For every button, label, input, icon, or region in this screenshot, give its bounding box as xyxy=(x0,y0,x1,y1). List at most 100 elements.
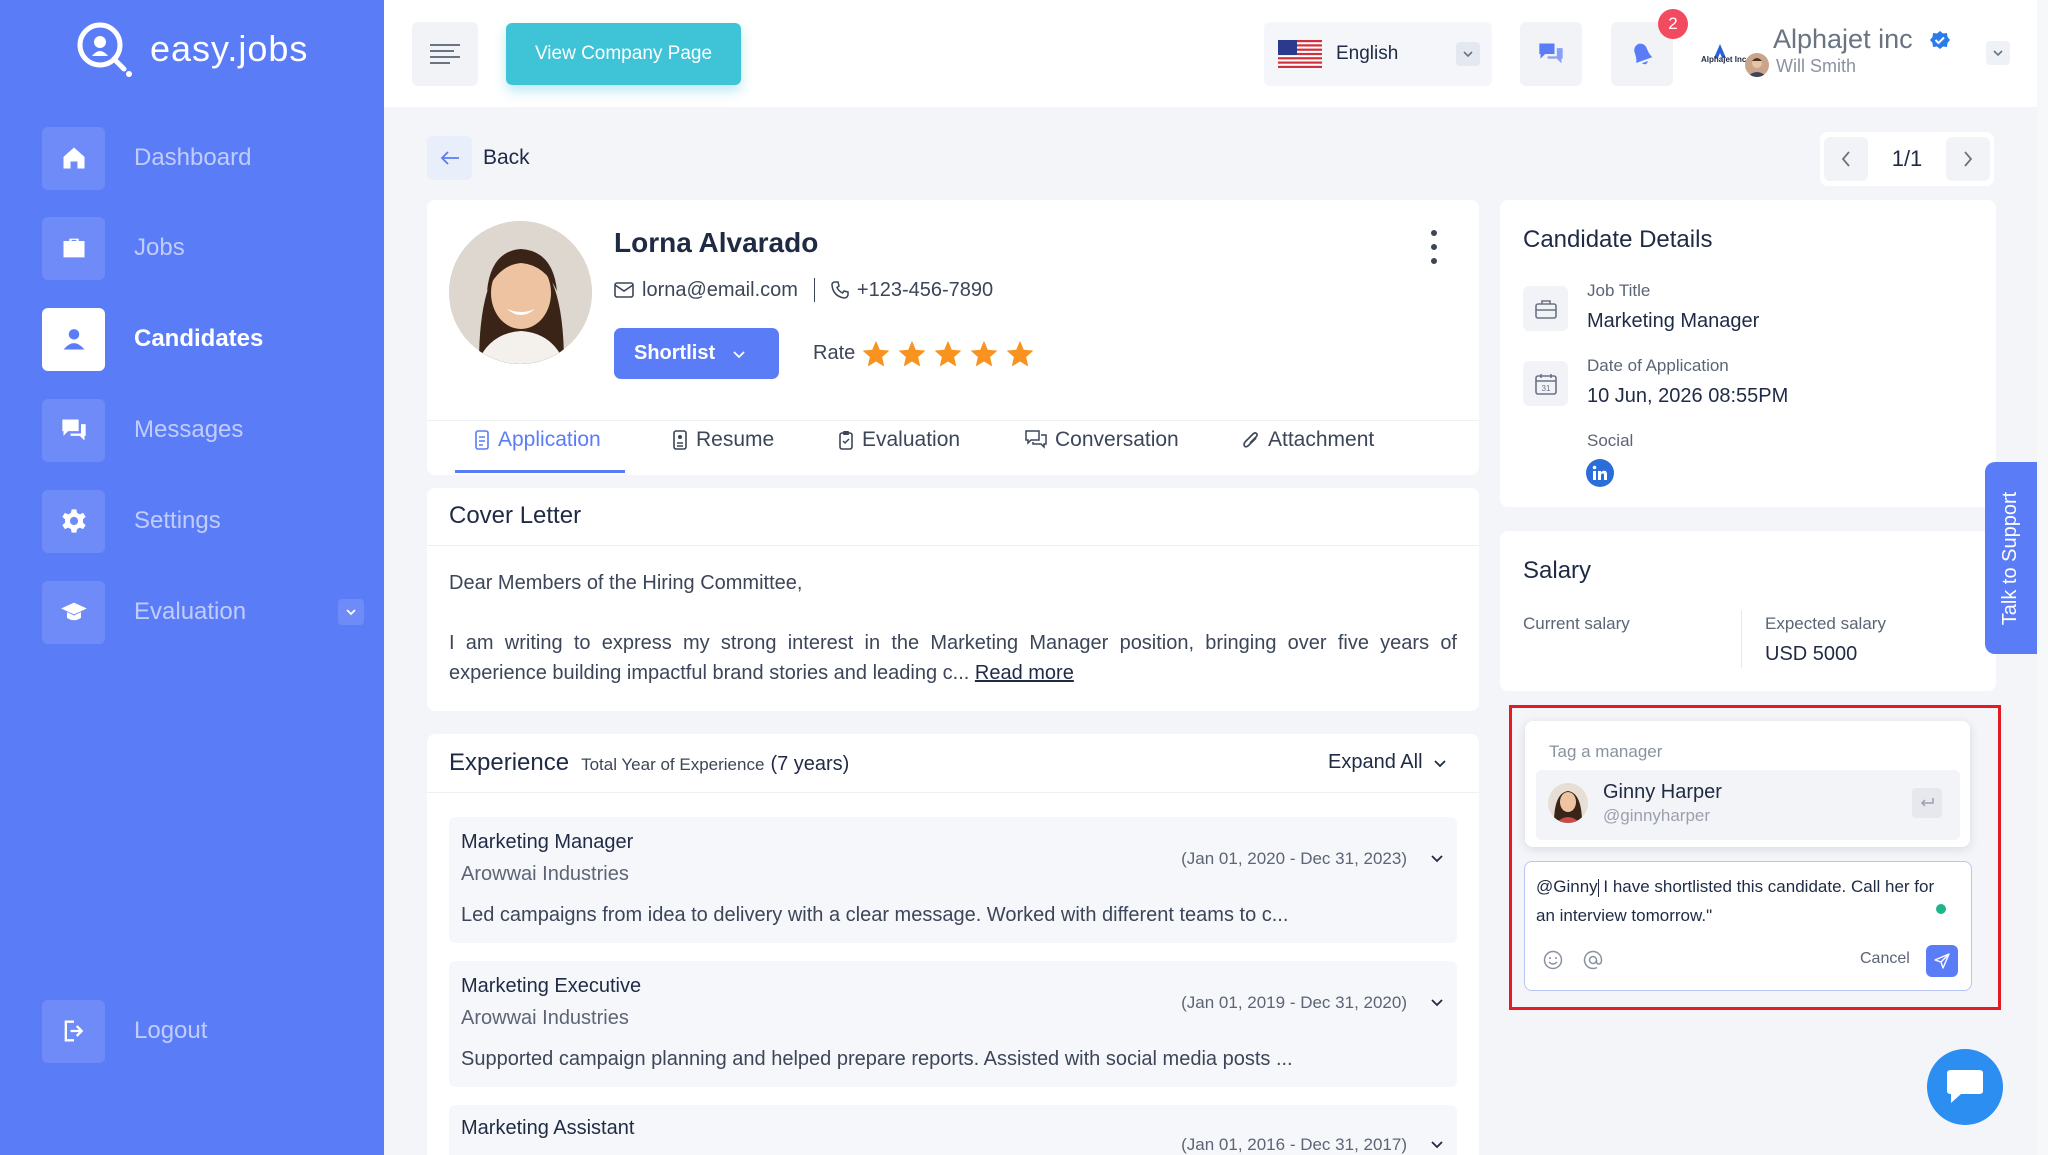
chevron-right-icon xyxy=(1964,151,1973,167)
job-title-value: Marketing Manager xyxy=(1587,310,1760,332)
next-button[interactable] xyxy=(1946,137,1990,181)
expand-all-button[interactable]: Expand All xyxy=(1328,751,1447,774)
divider xyxy=(427,545,1479,546)
bell-icon xyxy=(1634,43,1653,65)
sidebar-item-label: Dashboard xyxy=(134,144,252,171)
sidebar-item-candidates[interactable]: Candidates xyxy=(42,307,362,371)
brand-name: easy.jobs xyxy=(150,28,309,69)
chevron-down-icon[interactable] xyxy=(338,599,364,625)
candidate-phone[interactable]: +123-456-7890 xyxy=(857,279,993,302)
salary-title: Salary xyxy=(1523,557,1592,584)
back-label[interactable]: Back xyxy=(483,146,530,170)
star-icon[interactable] xyxy=(933,339,963,369)
cover-letter-title: Cover Letter xyxy=(449,502,582,529)
chevron-down-icon xyxy=(733,350,745,358)
cover-letter-text: I am writing to express my strong intere… xyxy=(449,632,1457,684)
star-icon[interactable] xyxy=(897,339,927,369)
expected-salary-label: Expected salary xyxy=(1765,614,1886,633)
mention-icon[interactable] xyxy=(1583,950,1603,970)
account-menu-chevron[interactable] xyxy=(1986,41,2010,65)
messages-button[interactable] xyxy=(1520,22,1582,86)
chat-launcher-button[interactable] xyxy=(1927,1049,2003,1125)
tab-evaluation[interactable]: Evaluation xyxy=(838,428,960,452)
sidebar-item-label: Evaluation xyxy=(134,598,247,625)
experience-role: Marketing Manager xyxy=(461,831,634,853)
paperclip-icon xyxy=(1243,432,1258,448)
candidate-details-title: Candidate Details xyxy=(1523,226,1713,253)
experience-item[interactable]: Marketing Manager Arowwai Industries (Ja… xyxy=(449,817,1457,943)
sidebar-item-evaluation[interactable]: Evaluation xyxy=(42,580,364,644)
rating-stars[interactable] xyxy=(861,339,1035,369)
sidebar-item-dashboard[interactable]: Dashboard xyxy=(42,126,362,190)
experience-item[interactable]: Marketing Assistant (Jan 01, 2016 - Dec … xyxy=(449,1105,1457,1155)
emoji-icon[interactable] xyxy=(1543,950,1563,970)
chevron-down-icon[interactable] xyxy=(1429,851,1445,867)
tab-attachment[interactable]: Attachment xyxy=(1242,428,1374,452)
back-button[interactable] xyxy=(427,136,472,180)
user-icon xyxy=(42,307,105,371)
experience-role: Marketing Executive xyxy=(461,975,642,997)
rate-label: Rate xyxy=(813,342,856,364)
view-company-page-button[interactable]: View Company Page xyxy=(506,23,741,85)
chat-icon xyxy=(1539,43,1563,64)
tab-conversation[interactable]: Conversation xyxy=(1025,428,1179,452)
cancel-button[interactable]: Cancel xyxy=(1860,950,1910,968)
tab-application[interactable]: Application xyxy=(474,428,601,452)
chat-bubble-icon xyxy=(1947,1070,1983,1103)
previous-button[interactable] xyxy=(1824,137,1868,181)
send-button[interactable] xyxy=(1926,945,1958,977)
linkedin-icon[interactable] xyxy=(1586,459,1614,487)
sidebar-item-label: Settings xyxy=(134,507,221,534)
sidebar-item-messages[interactable]: Messages xyxy=(42,398,362,462)
chevron-down-icon[interactable] xyxy=(1429,995,1445,1011)
graduation-cap-icon xyxy=(42,580,105,644)
manager-suggestion[interactable] xyxy=(1536,770,1960,840)
sidebar-item-settings[interactable]: Settings xyxy=(42,489,362,553)
tab-label: Application xyxy=(498,428,601,451)
read-more-link[interactable]: Read more xyxy=(975,662,1074,684)
scrollbar[interactable] xyxy=(2037,0,2048,1155)
tab-label: Conversation xyxy=(1055,428,1179,451)
more-options-button[interactable] xyxy=(1424,230,1444,264)
tab-resume[interactable]: Resume xyxy=(672,428,774,452)
notification-badge: 2 xyxy=(1658,9,1688,39)
sidebar-item-label: Messages xyxy=(134,416,244,443)
divider xyxy=(813,278,815,302)
manager-name: Ginny Harper xyxy=(1603,781,1722,803)
avatar xyxy=(1548,783,1588,823)
experience-role: Marketing Assistant xyxy=(461,1117,635,1139)
date-of-application-label: Date of Application xyxy=(1587,356,1729,375)
candidate-email[interactable]: lorna@email.com xyxy=(642,279,798,302)
briefcase-icon xyxy=(42,216,105,280)
chevron-down-icon[interactable] xyxy=(1429,1137,1445,1153)
company-logo: Alphajet Inc xyxy=(1700,40,1750,74)
shortlist-status-button[interactable]: Shortlist xyxy=(614,328,779,379)
hamburger-icon xyxy=(430,44,460,64)
candidate-contact: lorna@email.com +123-456-7890 xyxy=(614,278,993,302)
brand-logo[interactable]: easy.jobs xyxy=(74,18,308,80)
language-select[interactable]: English xyxy=(1264,22,1492,86)
calendar-icon: 31 xyxy=(1523,361,1568,406)
menu-toggle-button[interactable] xyxy=(412,22,478,86)
chevron-down-icon xyxy=(1433,759,1446,767)
logout-icon xyxy=(42,999,105,1063)
experience-item[interactable]: Marketing Executive Arowwai Industries (… xyxy=(449,961,1457,1087)
enter-key-icon xyxy=(1912,788,1942,818)
star-icon[interactable] xyxy=(861,339,891,369)
arrow-left-icon xyxy=(440,151,459,165)
cover-letter-body: Dear Members of the Hiring Committee, I … xyxy=(449,568,1457,688)
star-icon[interactable] xyxy=(1005,339,1035,369)
date-of-application-value: 10 Jun, 2026 08:55PM xyxy=(1587,385,1789,407)
avatar xyxy=(1745,53,1769,77)
sidebar-item-jobs[interactable]: Jobs xyxy=(42,216,362,280)
tab-label: Resume xyxy=(696,428,775,451)
language-label: English xyxy=(1336,43,1399,64)
comment-text[interactable]: @Ginny I have shortlisted this candidate… xyxy=(1536,872,1942,930)
home-icon xyxy=(42,126,105,190)
talk-to-support-button[interactable]: Talk to Support xyxy=(1985,462,2037,654)
experience-dates: (Jan 01, 2016 - Dec 31, 2017) xyxy=(1181,1135,1407,1154)
conversation-icon xyxy=(1025,430,1047,449)
star-icon[interactable] xyxy=(969,339,999,369)
experience-dates: (Jan 01, 2019 - Dec 31, 2020) xyxy=(1181,993,1407,1012)
sidebar-item-logout[interactable]: Logout xyxy=(42,999,362,1063)
